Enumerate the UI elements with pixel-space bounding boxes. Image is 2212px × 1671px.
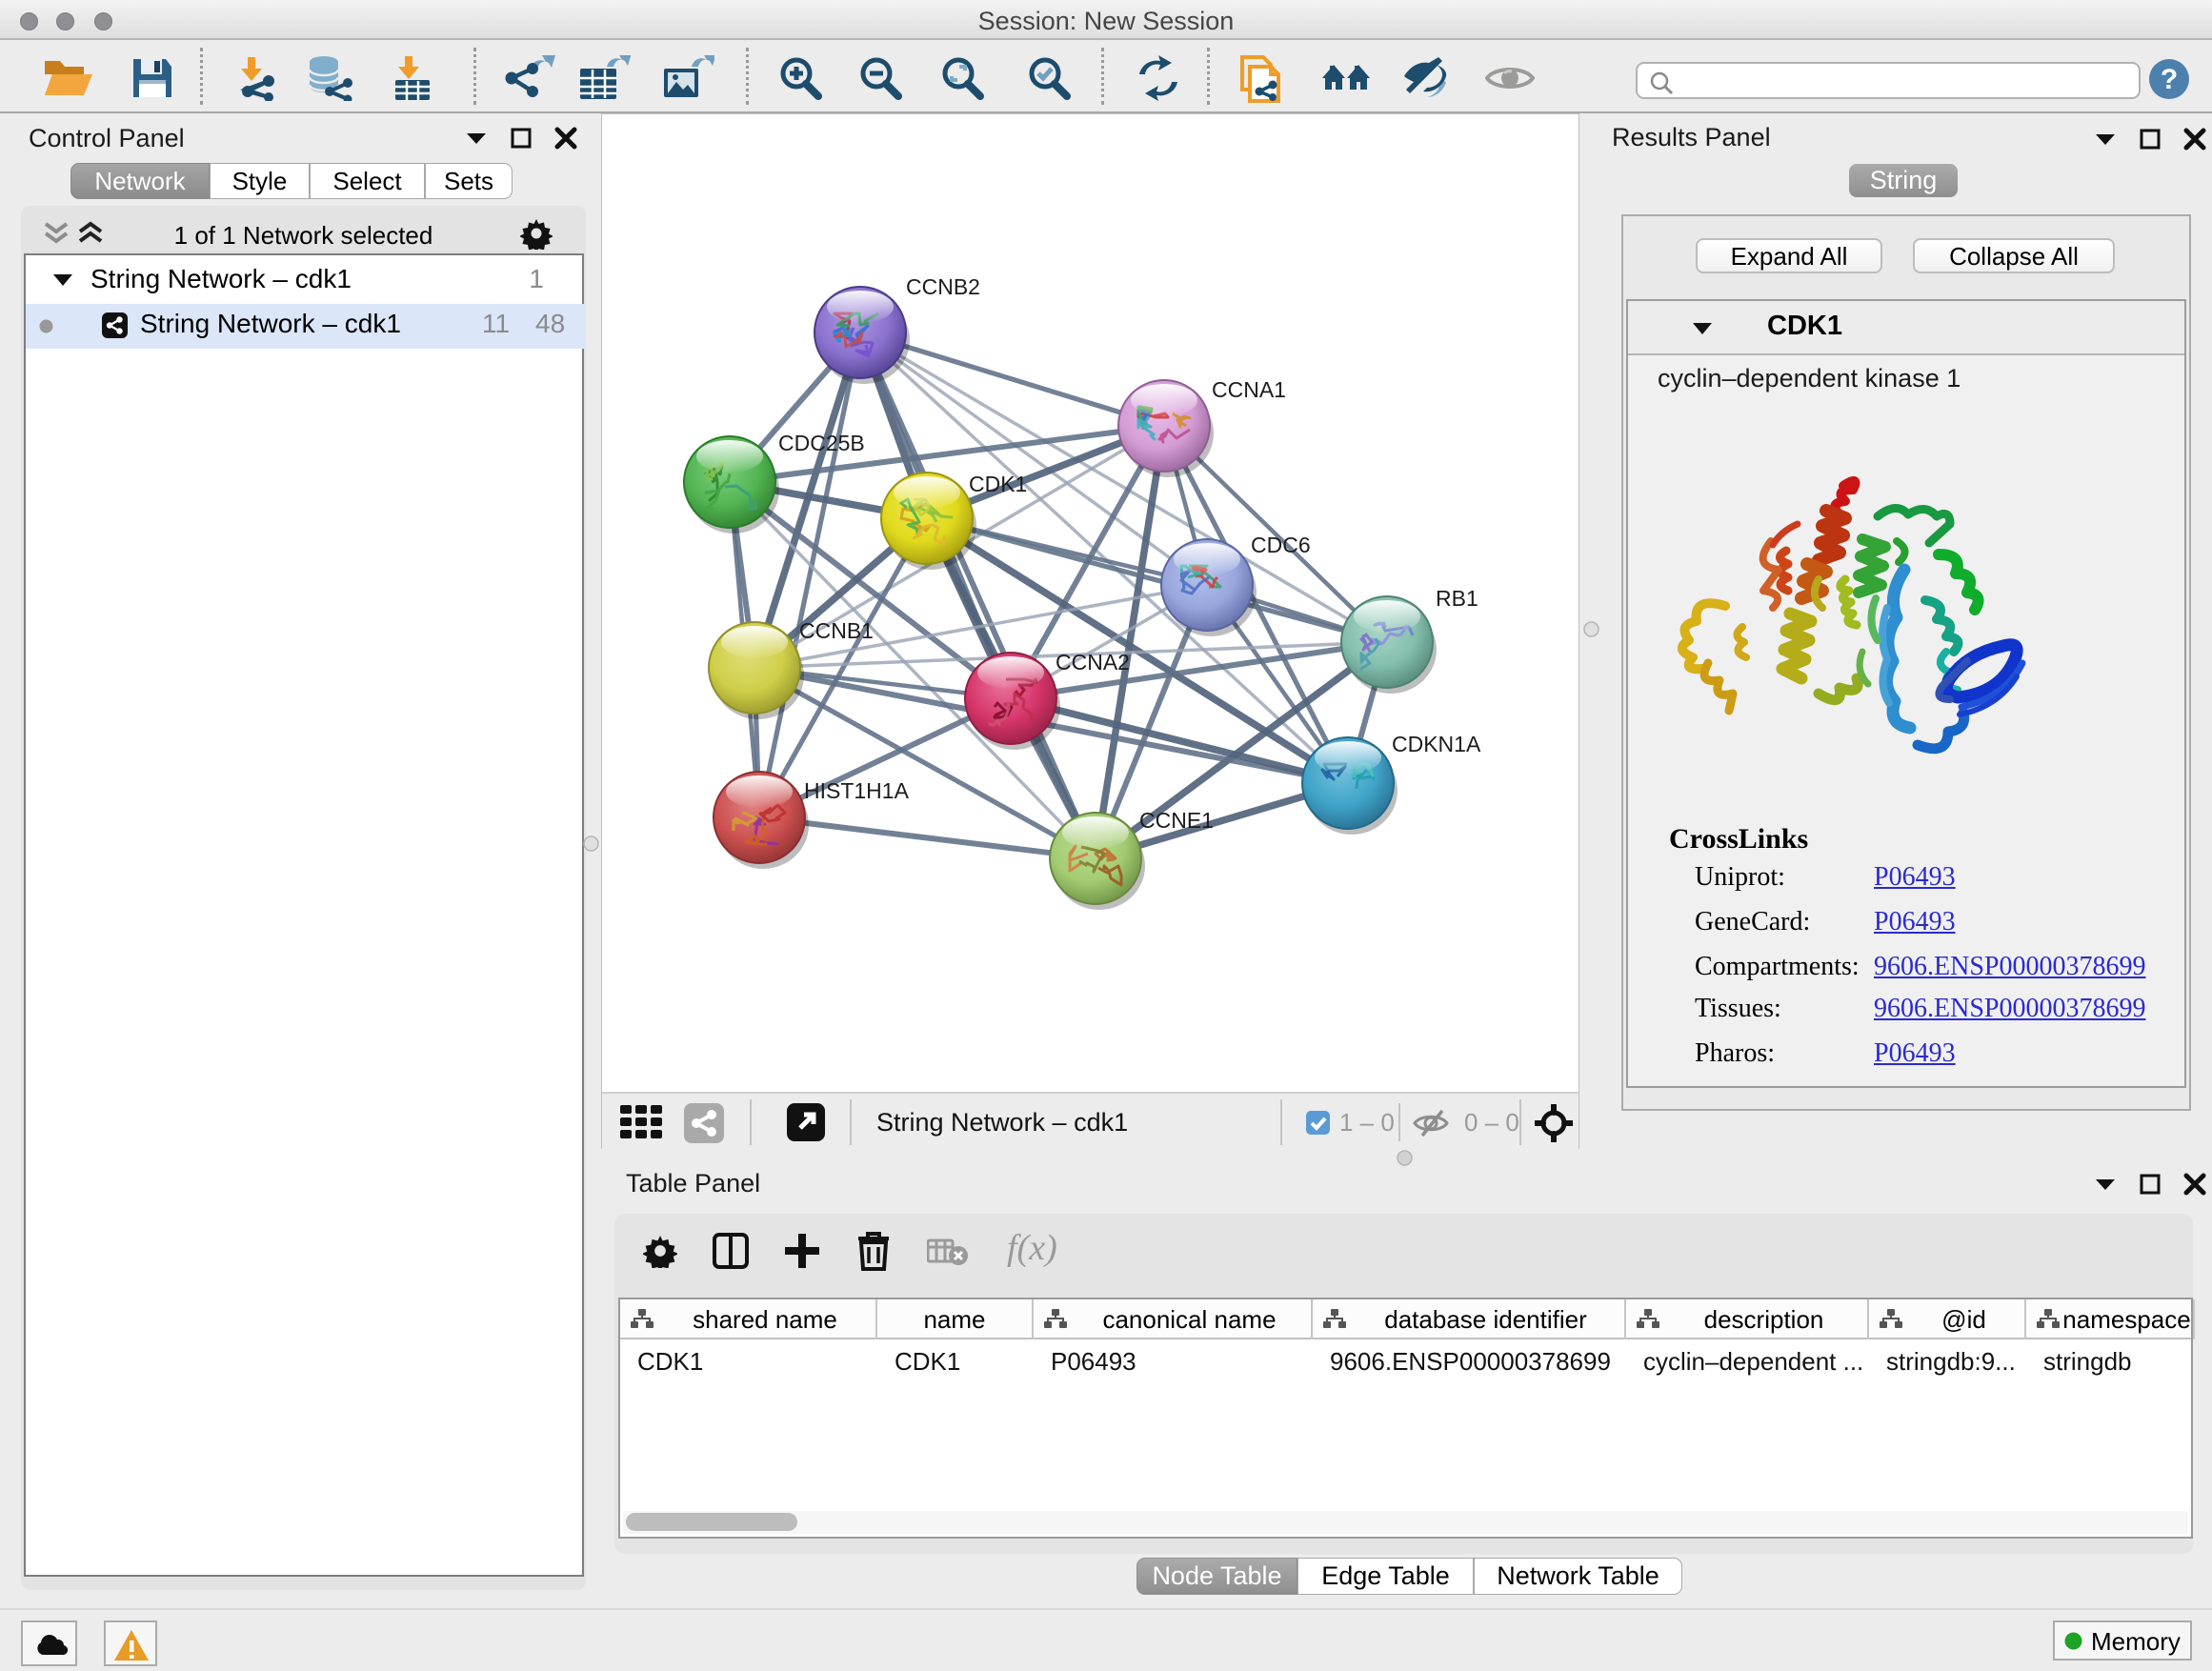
- svg-text:RB1: RB1: [1436, 586, 1478, 611]
- svg-text:CCNA1: CCNA1: [1212, 377, 1286, 402]
- svg-text:?: ?: [2161, 64, 2178, 95]
- svg-text:CDKN1A: CDKN1A: [1392, 732, 1481, 756]
- svg-text:CCNA2: CCNA2: [1056, 650, 1130, 674]
- svg-text:CCNB1: CCNB1: [799, 618, 874, 643]
- svg-text:CDK1: CDK1: [969, 472, 1027, 496]
- svg-text:CCNE1: CCNE1: [1139, 808, 1214, 833]
- svg-text:HIST1H1A: HIST1H1A: [804, 778, 910, 803]
- svg-text:CCNB2: CCNB2: [906, 274, 980, 299]
- svg-text:CDC6: CDC6: [1251, 533, 1311, 557]
- svg-text:CDC25B: CDC25B: [778, 431, 865, 455]
